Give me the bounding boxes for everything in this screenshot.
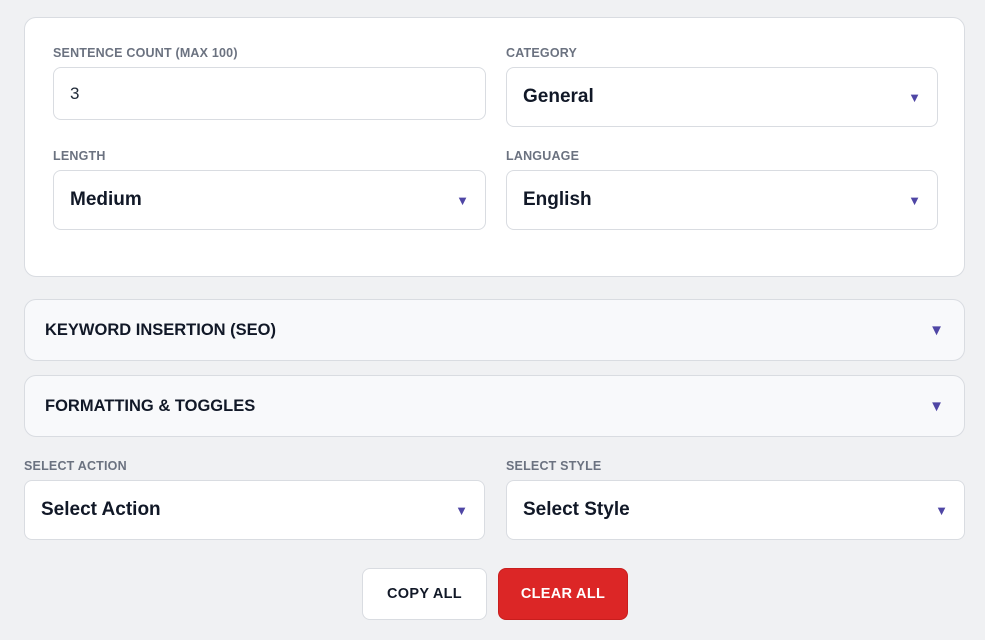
select-action-label: SELECT ACTION (24, 459, 127, 473)
sentence-count-label: SENTENCE COUNT (MAX 100) (53, 46, 238, 60)
chevron-down-icon: ▼ (929, 321, 944, 339)
formatting-toggles-title: FORMATTING & TOGGLES (45, 396, 256, 415)
sentence-count-input[interactable]: 3 (53, 67, 486, 120)
caret-down-icon: ▼ (935, 502, 948, 518)
copy-all-button[interactable]: COPY ALL (362, 568, 487, 620)
category-value: General (523, 86, 594, 107)
caret-down-icon: ▼ (455, 502, 468, 518)
select-action-dropdown[interactable]: Select Action ▼ (24, 480, 485, 540)
language-label: LANGUAGE (506, 149, 580, 163)
formatting-toggles-accordion[interactable]: FORMATTING & TOGGLES ▼ (24, 375, 965, 437)
category-label: CATEGORY (506, 46, 578, 60)
select-action-value: Select Action (41, 499, 161, 520)
clear-all-button[interactable]: CLEAR ALL (498, 568, 628, 620)
keyword-insertion-title: KEYWORD INSERTION (SEO) (45, 320, 277, 339)
select-style-dropdown[interactable]: Select Style ▼ (506, 480, 965, 540)
select-style-label: SELECT STYLE (506, 459, 602, 473)
language-select[interactable]: English ▼ (506, 170, 938, 230)
settings-card: SENTENCE COUNT (MAX 100) 3 CATEGORY Gene… (24, 17, 965, 277)
keyword-insertion-accordion[interactable]: KEYWORD INSERTION (SEO) ▼ (24, 299, 965, 361)
sentence-count-value: 3 (70, 83, 80, 103)
chevron-down-icon: ▼ (929, 397, 944, 415)
select-style-value: Select Style (523, 499, 630, 520)
caret-down-icon: ▼ (908, 192, 921, 208)
length-value: Medium (70, 189, 142, 210)
length-label: LENGTH (53, 149, 106, 163)
caret-down-icon: ▼ (908, 89, 921, 105)
category-select[interactable]: General ▼ (506, 67, 938, 127)
caret-down-icon: ▼ (456, 192, 469, 208)
length-select[interactable]: Medium ▼ (53, 170, 486, 230)
language-value: English (523, 189, 592, 210)
